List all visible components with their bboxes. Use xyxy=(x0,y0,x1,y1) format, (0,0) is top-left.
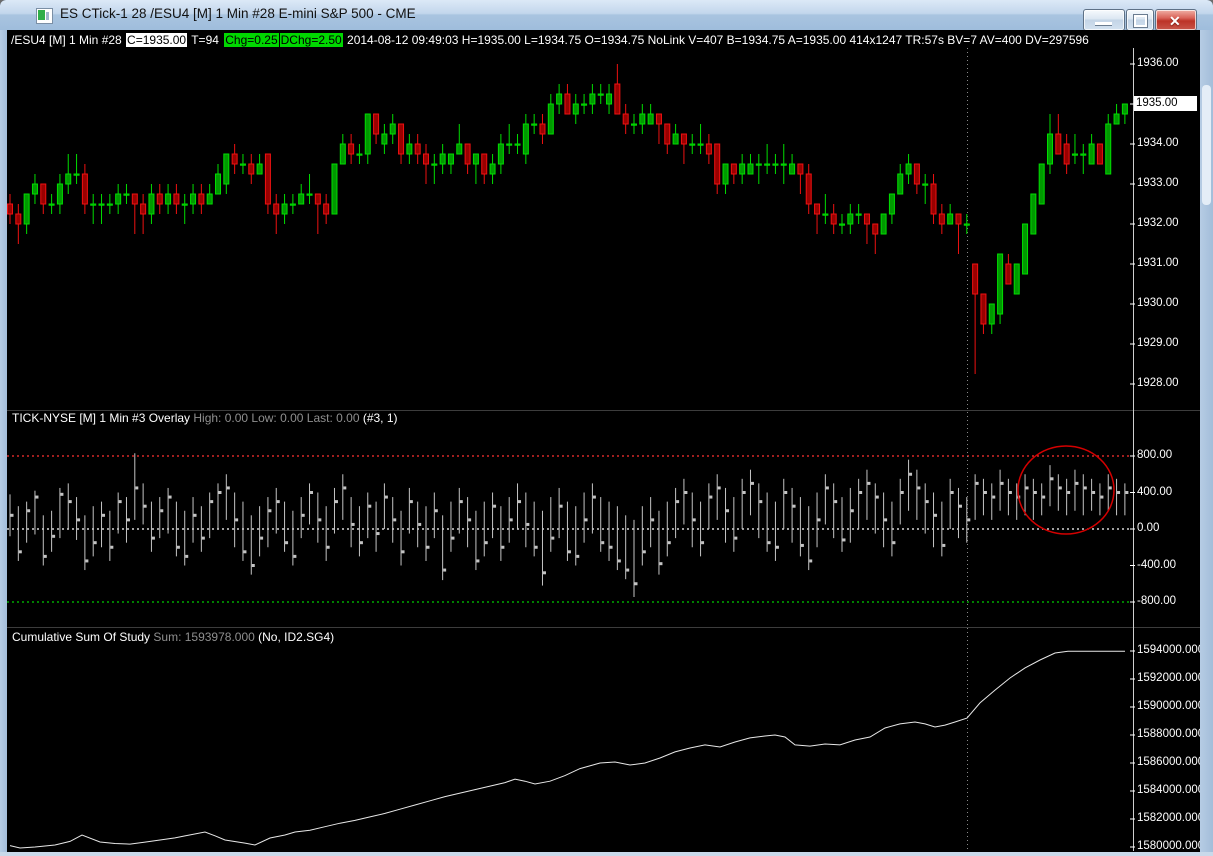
axis-tick-label: 1592000.000 xyxy=(1137,672,1205,684)
axis-tick-label: 1933.00 xyxy=(1137,177,1179,189)
axis-tick-label: 0.00 xyxy=(1137,522,1160,534)
axis-tick-label: 1586000.000 xyxy=(1137,756,1205,768)
status-segment: DChg=2.50 xyxy=(279,33,343,47)
tick-panel-title: TICK-NYSE [M] 1 Min #3 Overlay xyxy=(12,411,191,425)
scrollbar-thumb[interactable] xyxy=(1202,85,1211,205)
axis-tick-label: -400.00 xyxy=(1137,558,1177,571)
chart-client-area[interactable] xyxy=(7,30,1200,852)
window-left-border xyxy=(0,30,7,856)
axis-tick-label: 1588000.000 xyxy=(1137,728,1205,740)
minimize-icon xyxy=(1095,22,1112,25)
axis-tick-label: 1932.00 xyxy=(1137,217,1179,229)
last-price-box: 1935.00 xyxy=(1134,96,1197,111)
title-bar[interactable]: ES CTick-1 28 /ESU4 [M] 1 Min #28 E-mini… xyxy=(0,0,1213,31)
axis-tick-label: 1594000.000 xyxy=(1137,644,1205,656)
axis-tick-label: 1584000.000 xyxy=(1137,784,1205,796)
window-bottom-border xyxy=(0,852,1213,856)
sum-panel-id: (No, ID2.SG4) xyxy=(254,630,335,644)
axis-tick-label: 1936.00 xyxy=(1137,57,1179,69)
axis-tick-label: 1931.00 xyxy=(1137,257,1179,269)
axis-tick-label: 1929.00 xyxy=(1137,337,1179,349)
tick-panel-id: (#3, 1) xyxy=(359,411,398,425)
restore-icon xyxy=(1134,15,1147,27)
window-title: ES CTick-1 28 /ESU4 [M] 1 Min #28 E-mini… xyxy=(60,6,416,21)
tick-panel-stats: High: 0.00 Low: 0.00 Last: 0.00 xyxy=(190,411,360,425)
sum-panel-header: Cumulative Sum Of Study Sum: 1593978.000… xyxy=(12,630,334,644)
chart-window: ES CTick-1 28 /ESU4 [M] 1 Min #28 E-mini… xyxy=(0,0,1213,856)
close-button[interactable]: ✕ xyxy=(1155,9,1197,31)
app-icon xyxy=(36,8,53,24)
status-segment: T=94 xyxy=(188,33,223,47)
axis-tick-label: 400.00 xyxy=(1137,485,1173,498)
axis-tick-label: 1582000.000 xyxy=(1137,812,1205,824)
axis-tick-label: 800.00 xyxy=(1137,449,1173,461)
axis-tick-label: 1934.00 xyxy=(1137,137,1179,149)
axis-tick-label: 1590000.000 xyxy=(1137,700,1205,712)
minimize-button[interactable] xyxy=(1083,9,1125,31)
sum-panel-stats: Sum: 1593978.000 xyxy=(150,630,255,644)
tick-panel-header: TICK-NYSE [M] 1 Min #3 Overlay High: 0.0… xyxy=(12,411,398,425)
axis-tick-label: 1928.00 xyxy=(1137,377,1179,389)
axis-tick-label: 1580000.000 xyxy=(1137,840,1205,852)
sum-panel-title: Cumulative Sum Of Study xyxy=(12,630,151,644)
status-segment: 2014-08-12 09:49:03 H=1935.00 L=1934.75 … xyxy=(343,33,1089,47)
axis-tick-label: -800.00 xyxy=(1137,595,1177,607)
close-icon: ✕ xyxy=(1169,13,1181,29)
axis-tick-label: 1930.00 xyxy=(1137,297,1179,309)
status-segment: Chg=0.25 xyxy=(224,33,279,47)
restore-button[interactable] xyxy=(1126,9,1154,31)
status-segment: /ESU4 [M] 1 Min #28 xyxy=(11,33,126,47)
symbol-status-line: /ESU4 [M] 1 Min #28 C=1935.00 T=94 Chg=0… xyxy=(10,33,1090,47)
status-segment: C=1935.00 xyxy=(126,33,188,47)
